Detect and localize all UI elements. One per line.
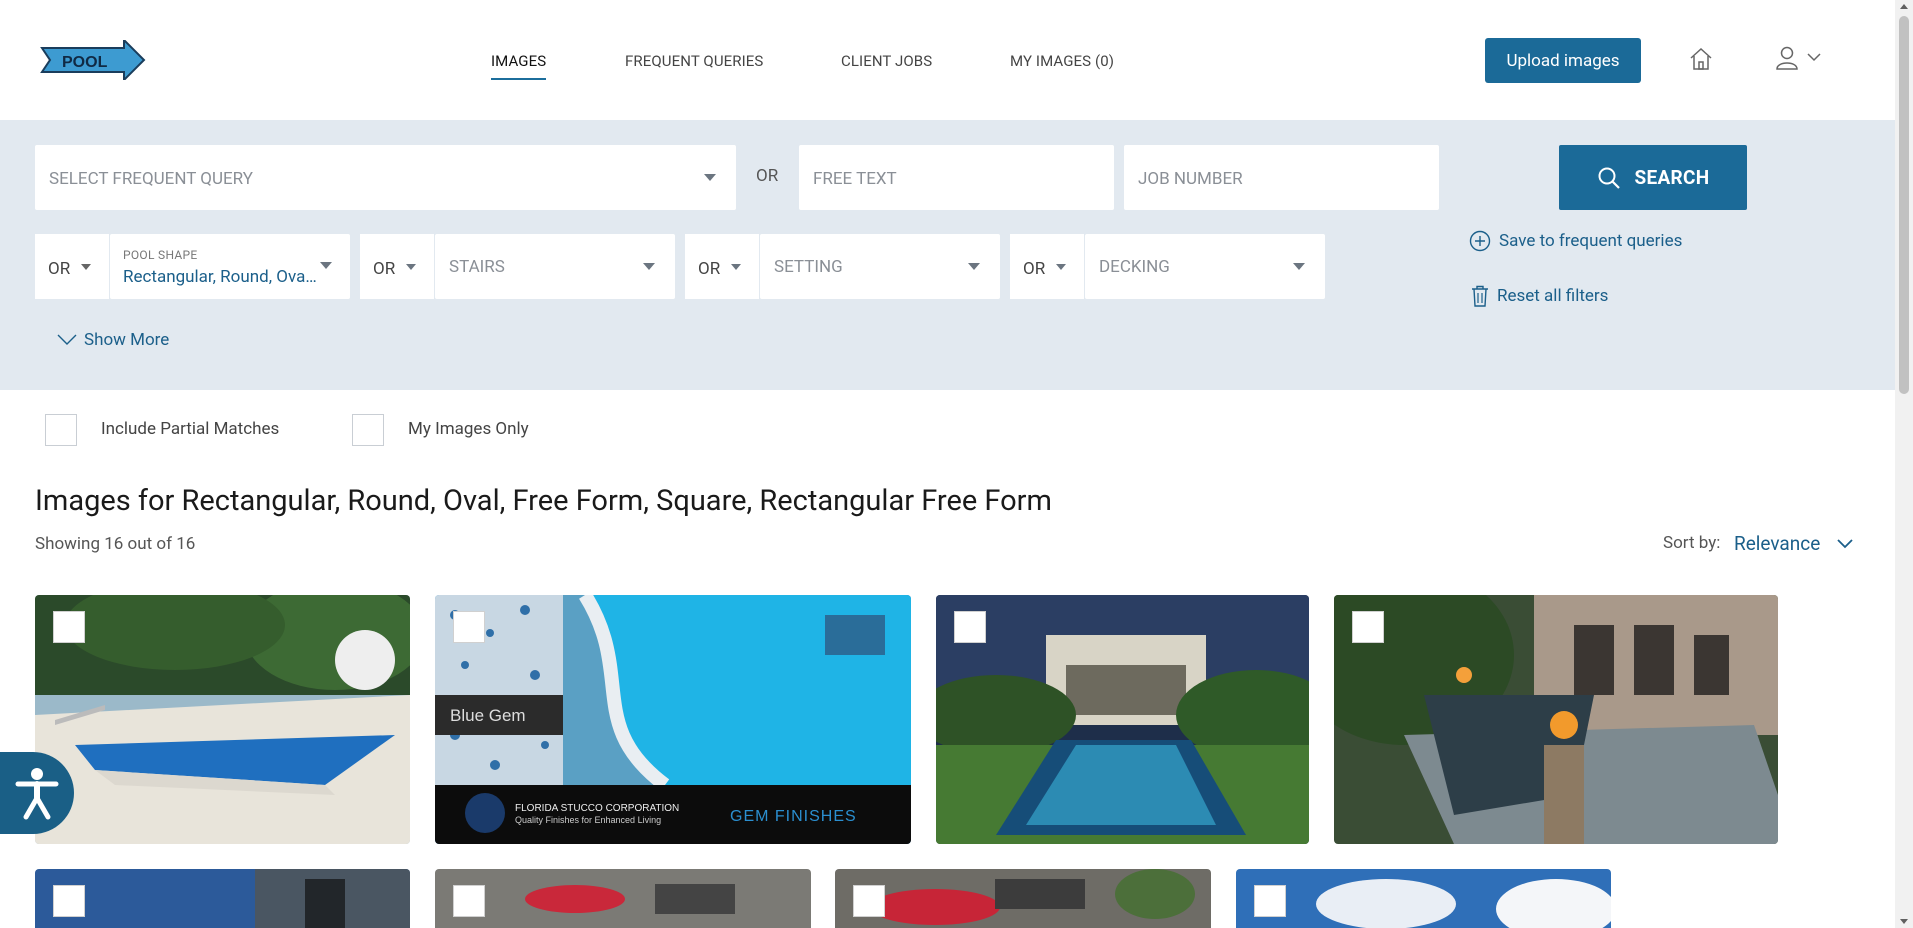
- accessibility-icon: [15, 768, 59, 820]
- user-icon[interactable]: [1774, 45, 1800, 71]
- logo-text: POOL: [62, 54, 108, 71]
- florida-stucco-text: FLORIDA STUCCO CORPORATION: [515, 803, 679, 814]
- pool-photo: Blue Gem FLORIDA STUCCO CORPORATION Qual…: [435, 595, 911, 844]
- pool-photo: [936, 595, 1309, 844]
- top-header: POOL IMAGES FREQUENT QUERIES CLIENT JOBS…: [0, 0, 1895, 120]
- reset-filters-link[interactable]: Reset all filters: [1471, 285, 1608, 307]
- tile-select-checkbox[interactable]: [453, 885, 485, 917]
- caret-down-icon: [1056, 264, 1066, 270]
- nav-images[interactable]: IMAGES: [491, 52, 547, 80]
- search-icon: [1598, 167, 1620, 189]
- results-title: Images for Rectangular, Round, Oval, Fre…: [35, 484, 1052, 518]
- pool-shape-label: POOL SHAPE: [123, 248, 198, 262]
- blue-gem-label: Blue Gem: [450, 706, 526, 725]
- tile-select-checkbox[interactable]: [1254, 885, 1286, 917]
- florida-tagline-text: Quality Finishes for Enhanced Living: [515, 815, 661, 825]
- pool-photo: [35, 595, 410, 844]
- job-number-placeholder: JOB NUMBER: [1138, 169, 1243, 189]
- scroll-up-arrow-icon[interactable]: [1900, 4, 1908, 9]
- pool-photo: [35, 869, 410, 928]
- or-select-label: OR: [1023, 259, 1046, 279]
- save-query-link[interactable]: Save to frequent queries: [1469, 230, 1682, 252]
- user-menu-chevron-icon[interactable]: [1806, 50, 1822, 64]
- image-tile[interactable]: [1236, 869, 1611, 928]
- nav-frequent-queries[interactable]: FREQUENT QUERIES: [625, 52, 763, 70]
- trash-icon: [1472, 285, 1488, 307]
- stairs-select[interactable]: STAIRS: [435, 234, 675, 299]
- tile-select-checkbox[interactable]: [53, 885, 85, 917]
- frequent-query-select[interactable]: SELECT FREQUENT QUERY: [35, 145, 736, 210]
- nav-my-images[interactable]: MY IMAGES (0): [1010, 52, 1114, 70]
- or-select-label: OR: [373, 259, 396, 279]
- tile-select-checkbox[interactable]: [954, 611, 986, 643]
- or-label: OR: [756, 166, 779, 186]
- caret-down-icon: [704, 174, 716, 181]
- setting-select[interactable]: SETTING: [760, 234, 1000, 299]
- pool-logo[interactable]: POOL: [40, 40, 146, 80]
- save-query-label: Save to frequent queries: [1499, 231, 1683, 251]
- my-images-only-label[interactable]: My Images Only: [408, 419, 529, 439]
- job-number-input[interactable]: JOB NUMBER: [1124, 145, 1439, 210]
- or-select-stairs[interactable]: OR: [360, 234, 435, 299]
- image-tile[interactable]: [35, 869, 410, 928]
- image-tile[interactable]: [435, 869, 811, 928]
- sort-select[interactable]: Relevance: [1734, 532, 1820, 555]
- caret-down-icon: [81, 264, 91, 270]
- show-more-label: Show More: [84, 330, 170, 350]
- pool-photo: [1236, 869, 1611, 928]
- tile-select-checkbox[interactable]: [1352, 611, 1384, 643]
- sort-label: Sort by:: [1663, 533, 1721, 553]
- tile-select-checkbox[interactable]: [53, 611, 85, 643]
- results-count: Showing 16 out of 16: [35, 534, 196, 554]
- home-icon[interactable]: [1688, 46, 1714, 72]
- or-select-setting[interactable]: OR: [685, 234, 760, 299]
- caret-down-icon: [320, 262, 332, 269]
- nav-client-jobs[interactable]: CLIENT JOBS: [841, 52, 932, 70]
- search-button[interactable]: SEARCH: [1559, 145, 1747, 210]
- page-scrollbar[interactable]: [1895, 0, 1913, 928]
- image-tile[interactable]: Blue Gem FLORIDA STUCCO CORPORATION Qual…: [435, 595, 911, 844]
- free-text-input[interactable]: FREE TEXT: [799, 145, 1114, 210]
- decking-select[interactable]: DECKING: [1085, 234, 1325, 299]
- stairs-placeholder: STAIRS: [449, 257, 505, 277]
- image-tile[interactable]: [1334, 595, 1778, 844]
- gem-finishes-text: GEM FINISHES: [730, 808, 857, 825]
- pool-photo: [835, 869, 1211, 928]
- image-tile[interactable]: [936, 595, 1309, 844]
- show-more-toggle[interactable]: Show More: [56, 330, 169, 350]
- or-select-decking[interactable]: OR: [1010, 234, 1085, 299]
- reset-filters-label: Reset all filters: [1497, 286, 1609, 306]
- decking-placeholder: DECKING: [1099, 257, 1170, 277]
- tile-select-checkbox[interactable]: [853, 885, 885, 917]
- caret-down-icon: [1293, 263, 1305, 270]
- or-select-label: OR: [48, 259, 71, 279]
- free-text-placeholder: FREE TEXT: [813, 169, 897, 189]
- caret-down-icon: [968, 263, 980, 270]
- search-label: SEARCH: [1634, 166, 1710, 189]
- my-images-only-checkbox[interactable]: [352, 414, 384, 446]
- setting-placeholder: SETTING: [774, 257, 843, 277]
- pool-shape-select[interactable]: POOL SHAPE Rectangular, Round, Oval, Fre…: [110, 234, 350, 299]
- frequent-query-placeholder: SELECT FREQUENT QUERY: [49, 169, 253, 189]
- image-tile[interactable]: [835, 869, 1211, 928]
- or-select-label: OR: [698, 259, 721, 279]
- image-tile[interactable]: [35, 595, 410, 844]
- partial-matches-checkbox[interactable]: [45, 414, 77, 446]
- chevron-down-icon: [57, 334, 77, 345]
- pool-photo: [435, 869, 811, 928]
- upload-images-button[interactable]: Upload images: [1485, 38, 1641, 83]
- pool-shape-value: Rectangular, Round, Oval, Free Form, Squ…: [123, 267, 319, 287]
- sort-chevron-down-icon[interactable]: [1836, 537, 1854, 551]
- or-select-pool-shape[interactable]: OR: [35, 234, 110, 299]
- scroll-thumb[interactable]: [1899, 16, 1909, 394]
- tile-select-checkbox[interactable]: [453, 611, 485, 643]
- caret-down-icon: [731, 264, 741, 270]
- caret-down-icon: [406, 264, 416, 270]
- plus-circle-icon: [1469, 230, 1491, 252]
- partial-matches-label[interactable]: Include Partial Matches: [101, 419, 279, 439]
- scroll-down-arrow-icon[interactable]: [1900, 919, 1908, 924]
- pool-photo: [1334, 595, 1778, 844]
- caret-down-icon: [643, 263, 655, 270]
